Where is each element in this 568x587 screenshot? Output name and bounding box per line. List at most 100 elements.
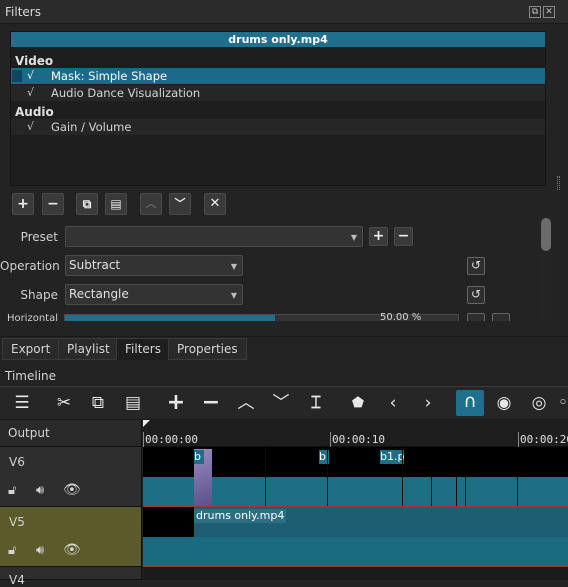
close-panel-icon[interactable]: ✕ xyxy=(543,6,555,18)
remove-filter-button[interactable]: − xyxy=(42,193,64,215)
output-label: Output xyxy=(8,426,50,440)
delete-preset-button[interactable]: − xyxy=(394,227,413,246)
track-v5[interactable]: drums only.mp4 xyxy=(143,507,568,567)
chevron-down-icon: ﹀ xyxy=(174,197,186,210)
keyframe-button[interactable] xyxy=(492,313,510,321)
ripple-icon[interactable]: ◎ xyxy=(527,392,551,414)
add-filter-button[interactable]: + xyxy=(12,193,34,215)
chevron-down-icon: ▼ xyxy=(350,233,357,242)
video-category-header: Video xyxy=(15,54,54,68)
ripple-delete-icon[interactable]: − xyxy=(199,392,223,414)
clip-boundary xyxy=(517,477,518,507)
track-header-v6[interactable]: V6 🔓︎ 🔊︎ 👁︎ xyxy=(0,447,142,507)
ruler-tick xyxy=(330,432,331,447)
menu-icon[interactable]: ☰ xyxy=(10,392,34,414)
clip-boundary xyxy=(327,447,328,507)
copy-icon[interactable]: ⧉ xyxy=(86,392,110,414)
shape-value: Rectangle xyxy=(69,287,129,301)
tab-filters[interactable]: Filters xyxy=(116,338,170,360)
float-panel-icon[interactable]: ⧉ xyxy=(529,6,541,18)
lock-icon[interactable]: 🔓︎ xyxy=(8,543,16,558)
filter-checkbox[interactable]: √ xyxy=(27,85,34,101)
eye-icon[interactable]: 👁︎ xyxy=(63,482,81,498)
eye-icon[interactable]: 👁︎ xyxy=(63,542,81,558)
deselect-filter-button[interactable]: ✕ xyxy=(204,193,226,215)
track-header-v4[interactable]: V4 xyxy=(0,567,142,587)
append-icon[interactable]: + xyxy=(164,392,188,414)
selection-marker xyxy=(12,70,22,82)
chevron-down-icon: ▼ xyxy=(230,291,237,300)
filter-list[interactable]: drums only.mp4 Video √ Mask: Simple Shap… xyxy=(10,31,546,186)
save-preset-button[interactable]: + xyxy=(369,227,388,246)
track-name: V4 xyxy=(9,573,25,587)
operation-label: Operation xyxy=(0,259,60,273)
horizontal-slider[interactable]: 50.00 % xyxy=(64,313,459,321)
filter-label: Mask: Simple Shape xyxy=(51,69,168,83)
snap-icon[interactable]: ∩ xyxy=(456,390,484,416)
undo-icon: ↺ xyxy=(470,258,482,272)
next-marker-icon[interactable]: › xyxy=(416,392,440,414)
filter-checkbox[interactable]: √ xyxy=(27,119,34,135)
splitter-handle[interactable] xyxy=(557,176,560,190)
lock-icon[interactable]: 🔓︎ xyxy=(8,483,16,498)
clipped-parameter-row: Horizontal 50.00 % xyxy=(0,313,540,321)
panel-title: Filters xyxy=(5,5,41,19)
filter-label: Gain / Volume xyxy=(51,120,132,134)
clip-boundary xyxy=(465,477,466,507)
clip-label: drums only.mp4 xyxy=(194,509,287,523)
clip-boundary xyxy=(456,477,457,507)
clip-boundary xyxy=(402,447,403,507)
previous-marker-icon[interactable]: ‹ xyxy=(381,392,405,414)
filters-panel-titlebar: Filters ⧉ ✕ xyxy=(0,0,568,24)
marker-icon[interactable]: ⬟ xyxy=(346,392,370,414)
split-icon[interactable]: ⌶ xyxy=(304,392,328,414)
tab-properties[interactable]: Properties xyxy=(168,338,247,360)
track-v4[interactable] xyxy=(143,567,568,580)
preset-label: Preset xyxy=(20,230,58,244)
clip-body[interactable] xyxy=(143,537,568,567)
mute-icon[interactable]: 🔊︎ xyxy=(36,543,44,558)
params-scrollbar[interactable] xyxy=(539,216,553,322)
filter-item-audio-dance-visualization[interactable]: √ Audio Dance Visualization xyxy=(11,85,545,101)
clip-boundary xyxy=(265,447,266,507)
chevron-up-icon: ︿ xyxy=(145,197,157,210)
clip-boundary xyxy=(431,477,432,507)
filter-item-gain-volume[interactable]: √ Gain / Volume xyxy=(11,119,545,135)
track-header-v5[interactable]: V5 🔓︎ 🔊︎ 👁︎ xyxy=(0,507,142,567)
operation-value: Subtract xyxy=(69,258,121,272)
tab-export[interactable]: Export xyxy=(2,338,60,360)
horizontal-label: Horizontal xyxy=(6,313,58,321)
overwrite-icon[interactable]: ﹀ xyxy=(269,392,293,414)
filter-checkbox[interactable]: √ xyxy=(27,68,34,84)
audio-category-header: Audio xyxy=(15,105,54,119)
output-header[interactable]: Output xyxy=(0,420,142,447)
reset-shape-button[interactable]: ↺ xyxy=(467,286,485,304)
playhead-marker[interactable] xyxy=(143,420,150,427)
shape-label: Shape xyxy=(20,288,58,302)
reset-operation-button[interactable]: ↺ xyxy=(467,257,485,275)
lift-icon[interactable]: ︿ xyxy=(234,392,258,414)
ruler-label: 00:00:00 xyxy=(145,433,198,446)
move-filter-up-button[interactable]: ︿ xyxy=(140,193,162,215)
shape-combo[interactable]: Rectangle ▼ xyxy=(65,284,243,305)
scrollbar-thumb[interactable] xyxy=(541,218,551,251)
mute-icon[interactable]: 🔊︎ xyxy=(36,483,44,498)
filter-item-mask-simple-shape[interactable]: √ Mask: Simple Shape xyxy=(11,68,545,84)
track-v6[interactable]: b b b1.p xyxy=(143,447,568,507)
slider-value: 50.00 % xyxy=(380,313,422,321)
ripple-all-icon[interactable]: ◦ xyxy=(558,392,568,414)
paste-icon[interactable]: ▤ xyxy=(121,392,145,414)
move-filter-down-button[interactable]: ﹀ xyxy=(169,193,191,215)
tab-playlist[interactable]: Playlist xyxy=(58,338,119,360)
ruler-tick xyxy=(518,432,519,447)
reset-horizontal-button[interactable] xyxy=(467,313,485,321)
track-name: V6 xyxy=(9,455,25,469)
copy-filter-button[interactable]: ⧉ xyxy=(76,193,98,215)
timeline-title: Timeline xyxy=(5,369,57,383)
paste-filter-button[interactable]: ▤ xyxy=(105,193,127,215)
operation-combo[interactable]: Subtract ▼ xyxy=(65,255,243,276)
cut-icon[interactable]: ✂ xyxy=(52,392,76,414)
scrub-icon[interactable]: ◉ xyxy=(492,392,516,414)
undo-icon: ↺ xyxy=(470,287,482,301)
preset-combo[interactable]: ▼ xyxy=(65,226,363,247)
